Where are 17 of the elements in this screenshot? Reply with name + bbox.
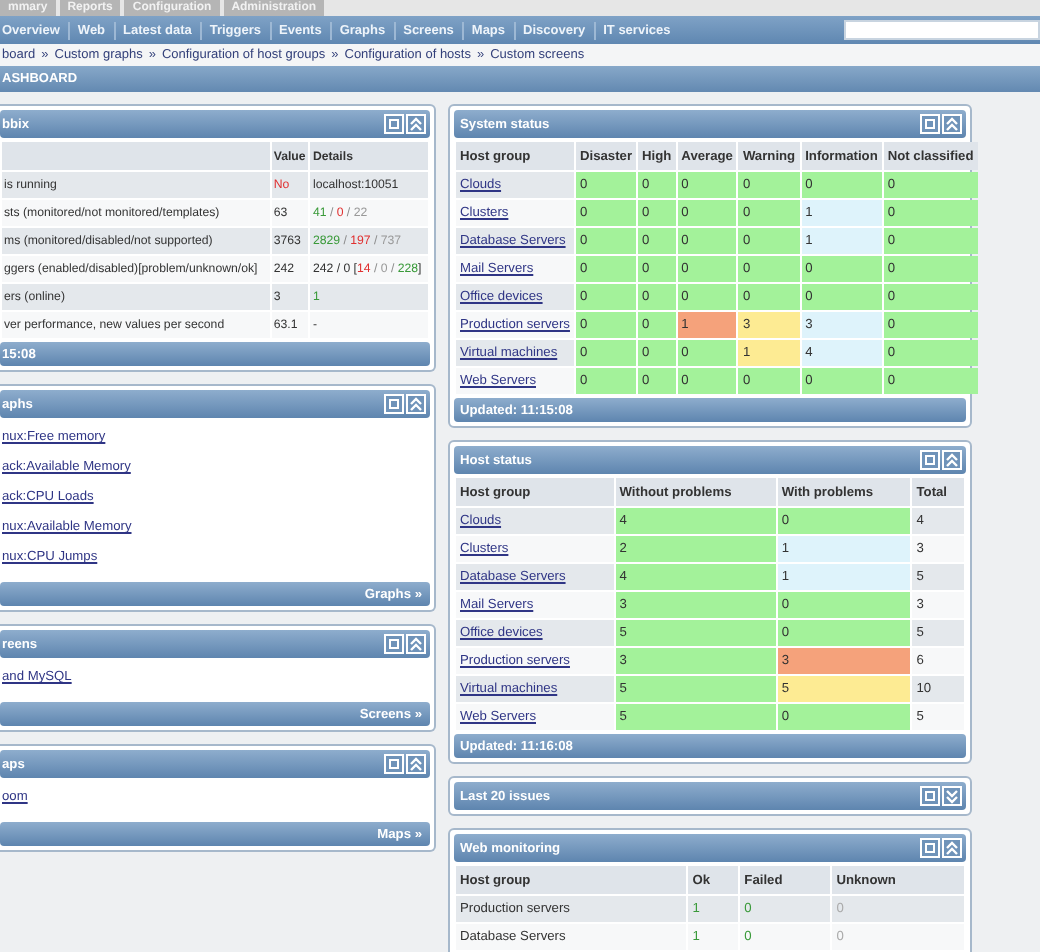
- chevron-up-icon[interactable]: [942, 114, 962, 134]
- window-icon[interactable]: [384, 394, 404, 414]
- window-icon[interactable]: [384, 754, 404, 774]
- chevron-up-icon[interactable]: [406, 754, 426, 774]
- window-icon[interactable]: [384, 634, 404, 654]
- window-icon[interactable]: [920, 786, 940, 806]
- chevron-up-icon[interactable]: [406, 634, 426, 654]
- chevron-up-icon[interactable]: [942, 838, 962, 858]
- chevron-up-icon[interactable]: [942, 450, 962, 470]
- window-icon[interactable]: [384, 114, 404, 134]
- chevron-up-icon[interactable]: [406, 114, 426, 134]
- window-icon[interactable]: [920, 450, 940, 470]
- chevron-down-icon[interactable]: [942, 786, 962, 806]
- search-field[interactable]: [844, 20, 1040, 40]
- chevron-up-icon[interactable]: [406, 394, 426, 414]
- window-icon[interactable]: [920, 114, 940, 134]
- window-icon[interactable]: [920, 838, 940, 858]
